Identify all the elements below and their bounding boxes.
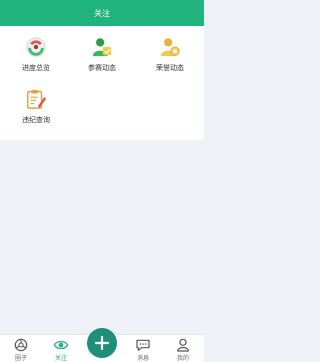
- feature-grid: 进度总览 参赛动态 荣誉动态 违纪查询: [0, 26, 204, 140]
- competition-news-icon: [92, 38, 112, 57]
- tab-label: 关注: [54, 355, 67, 362]
- tab-follow[interactable]: 关注: [41, 335, 81, 362]
- tab-mine[interactable]: 我的: [163, 335, 203, 362]
- plus-icon: [94, 335, 110, 351]
- violation-query-icon: [27, 89, 47, 109]
- message-icon: [136, 339, 150, 351]
- tab-label: 圈子: [14, 355, 27, 362]
- menu-item-label: 进度总览: [22, 64, 50, 72]
- person-icon: [177, 338, 189, 352]
- tab-circle[interactable]: 圈子: [1, 335, 41, 362]
- menu-item-label: 参赛动态: [88, 64, 116, 72]
- menu-item-progress-overview[interactable]: 进度总览: [2, 32, 70, 78]
- top-bar: 关注: [0, 0, 204, 26]
- page-title: 关注: [94, 8, 110, 18]
- create-button[interactable]: [87, 328, 117, 358]
- honor-news-icon: [160, 38, 180, 57]
- tab-messages[interactable]: 消息: [123, 335, 163, 362]
- circle-icon: [14, 338, 28, 352]
- tab-label: 我的: [176, 355, 189, 362]
- menu-item-competition-news[interactable]: 参赛动态: [68, 32, 136, 78]
- progress-overview-icon: [26, 37, 46, 57]
- menu-item-label: 荣誉动态: [156, 64, 184, 72]
- menu-item-honor-news[interactable]: 荣誉动态: [136, 32, 204, 78]
- eye-icon: [53, 340, 69, 350]
- tab-label: 消息: [136, 355, 149, 362]
- menu-item-violation-query[interactable]: 违纪查询: [2, 84, 70, 130]
- menu-item-label: 违纪查询: [22, 116, 50, 124]
